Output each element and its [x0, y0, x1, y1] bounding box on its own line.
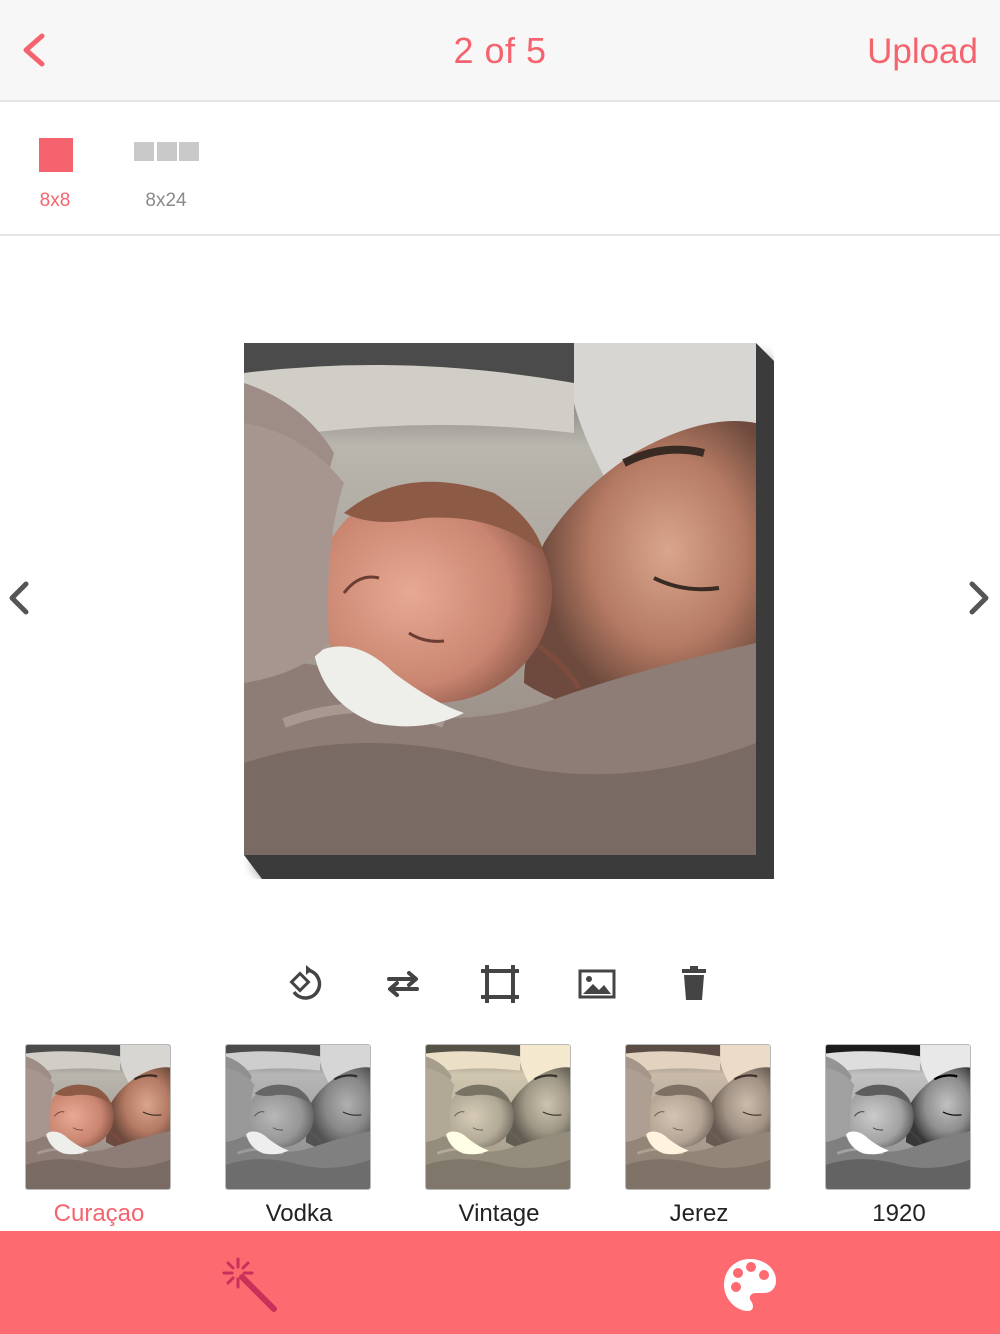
filter-vodka[interactable]: Vodka	[225, 1044, 373, 1228]
size-label: 8x24	[145, 190, 187, 211]
size-option-8x24[interactable]: 8x24	[126, 138, 206, 218]
flip-button[interactable]	[381, 962, 425, 1006]
size-option-8x8[interactable]: 8x8	[15, 138, 95, 218]
image-icon	[578, 969, 616, 999]
size-selector: 8x8 8x24	[0, 102, 1000, 236]
filter-vintage[interactable]: Vintage	[425, 1044, 573, 1228]
filter-label: Curaçao	[53, 1200, 145, 1227]
crop-icon	[481, 965, 519, 1003]
photo-preview[interactable]	[244, 343, 756, 855]
rotate-button[interactable]	[284, 962, 328, 1006]
filter-thumbnail	[225, 1044, 371, 1190]
filter-thumbnail	[25, 1044, 171, 1190]
crop-button[interactable]	[478, 962, 522, 1006]
trash-icon	[682, 966, 706, 1000]
rotate-icon	[289, 965, 322, 1000]
replace-image-button[interactable]	[575, 962, 619, 1006]
filter-1920[interactable]: 1920	[825, 1044, 973, 1228]
filter-strip: Curaçao Vodka Vintage Jerez 1920	[0, 1044, 1000, 1234]
filter-curacao[interactable]: Curaçao	[25, 1044, 173, 1228]
magic-wand-icon	[222, 1257, 277, 1312]
filter-jerez[interactable]: Jerez	[625, 1044, 773, 1228]
edit-toolbar	[0, 962, 1000, 1006]
photo-image	[244, 343, 756, 855]
upload-button[interactable]: Upload	[867, 32, 978, 72]
navigation-bar: 2 of 5 Upload	[0, 0, 1000, 102]
palette-icon	[724, 1259, 776, 1311]
filter-thumbnail	[425, 1044, 571, 1190]
tab-style[interactable]	[720, 1255, 780, 1315]
chevron-right-icon	[969, 581, 989, 615]
triptych-panel	[179, 142, 199, 161]
filter-thumbnail	[825, 1044, 971, 1190]
delete-button[interactable]	[672, 962, 716, 1006]
filter-label: Vintage	[458, 1200, 540, 1227]
previous-photo-button[interactable]	[2, 578, 36, 618]
square-size-icon	[39, 138, 73, 172]
filter-label: Jerez	[669, 1200, 729, 1227]
chevron-left-icon	[9, 581, 29, 615]
triptych-size-icon	[134, 142, 154, 161]
next-photo-button[interactable]	[962, 578, 996, 618]
filter-thumbnail	[625, 1044, 771, 1190]
size-label: 8x8	[39, 190, 71, 211]
flip-icon	[387, 971, 419, 997]
triptych-panel	[157, 142, 177, 161]
filter-label: 1920	[872, 1200, 926, 1227]
tab-filters[interactable]	[220, 1255, 280, 1315]
filter-label: Vodka	[265, 1200, 333, 1227]
bottom-tab-bar	[0, 1231, 1000, 1334]
page-title: 2 of 5	[453, 30, 547, 71]
